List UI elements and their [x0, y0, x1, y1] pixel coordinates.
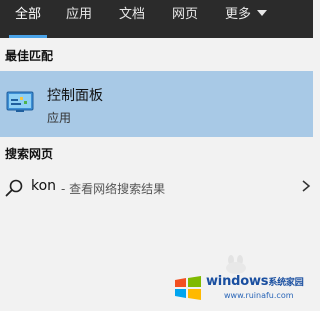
tab-all[interactable]: 全部 — [9, 0, 47, 38]
best-match-title: 控制面板 — [47, 88, 103, 104]
watermark-url: www.ruinafu.com — [224, 291, 294, 300]
tab-apps[interactable]: 应用 — [66, 0, 92, 38]
chevron-right-icon[interactable] — [301, 179, 311, 193]
search-icon — [5, 179, 23, 197]
start-search-panel: 全部 应用 文档 网页 更多 最佳匹配 控制面板 应用 搜索网页 kon - 查… — [0, 0, 313, 311]
site-watermark: windows系统家园 www.ruinafu.com — [172, 268, 308, 306]
active-tab-indicator — [9, 35, 47, 38]
control-panel-icon — [6, 91, 34, 112]
best-match-type: 应用 — [47, 111, 72, 125]
tab-documents[interactable]: 文档 — [119, 0, 145, 38]
tab-more-label: 更多 — [225, 7, 252, 22]
web-search-header: 搜索网页 — [5, 147, 54, 161]
watermark-brand-subtext: 系统家园 — [268, 278, 304, 288]
web-search-hint: - 查看网络搜索结果 — [61, 182, 166, 196]
search-scope-tabbar: 全部 应用 文档 网页 更多 — [0, 0, 313, 38]
tab-all-label: 全部 — [14, 7, 41, 22]
watermark-brand-text: windows — [206, 274, 269, 289]
web-search-query: kon — [31, 178, 57, 194]
watermark-brand: windows系统家园 — [206, 274, 304, 289]
tab-web-label: 网页 — [172, 7, 199, 22]
chevron-down-icon — [257, 10, 268, 16]
tab-apps-label: 应用 — [66, 7, 93, 22]
tab-documents-label: 文档 — [119, 7, 146, 22]
best-match-header: 最佳匹配 — [5, 49, 54, 63]
windows-logo-icon — [175, 276, 201, 300]
web-search-suggestion[interactable]: kon - 查看网络搜索结果 — [0, 170, 313, 204]
tab-web[interactable]: 网页 — [172, 0, 198, 38]
tab-more[interactable]: 更多 — [225, 0, 268, 38]
best-match-result[interactable]: 控制面板 应用 — [0, 71, 313, 137]
